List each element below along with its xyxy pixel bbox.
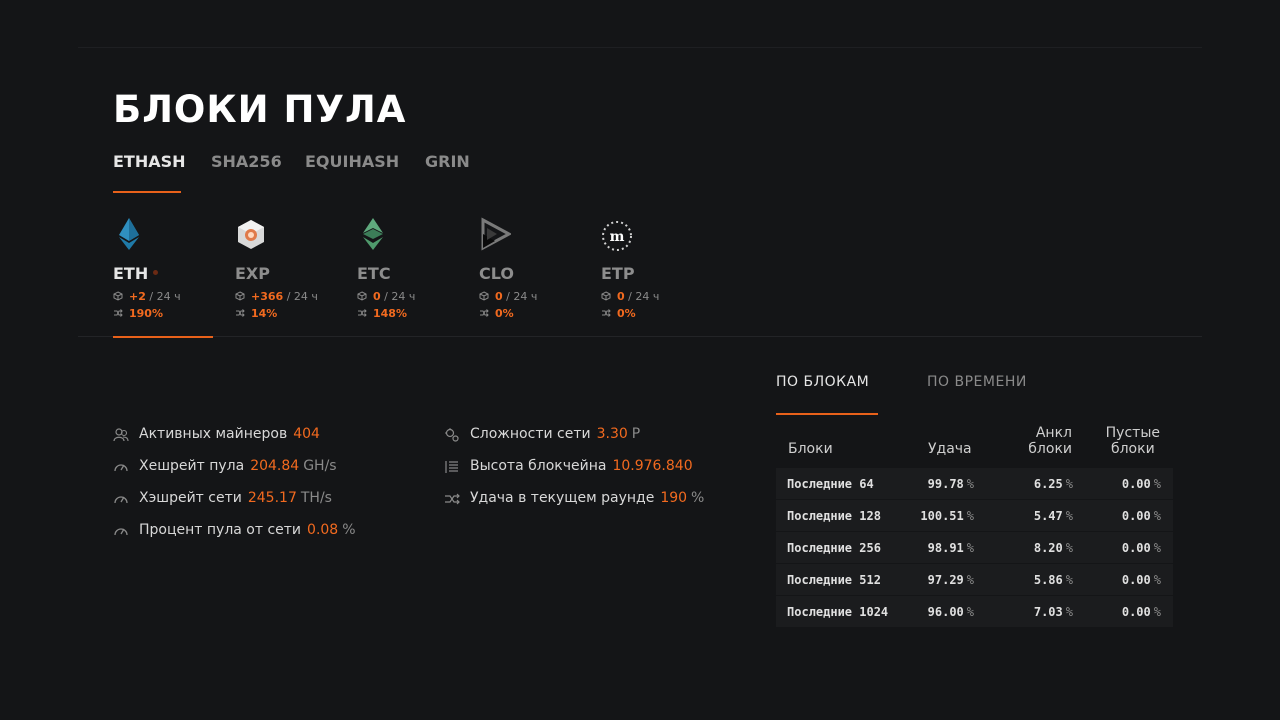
difficulty-icon — [445, 428, 459, 442]
top-divider — [78, 47, 1202, 48]
table-row: Последние 128 100.51% 5.47% 0.00% — [776, 500, 1173, 532]
row-uncle: 6.25% — [1033, 477, 1073, 491]
row-uncle: 7.03% — [1033, 605, 1073, 619]
luck-table: Последние 64 99.78% 6.25% 0.00% Последни… — [776, 468, 1173, 628]
cube-icon — [235, 291, 245, 301]
section-divider — [78, 336, 1202, 337]
coin-name: EXP — [235, 264, 270, 283]
coin-luck: 0% — [479, 307, 514, 320]
coin-clo[interactable]: CLO 0 / 24 ч 0% — [479, 212, 599, 338]
active-luck-tab-indicator — [776, 413, 878, 415]
svg-text:m: m — [610, 229, 625, 245]
cube-icon — [357, 291, 367, 301]
row-uncle: 8.20% — [1033, 541, 1073, 555]
coin-exp[interactable]: EXP +366 / 24 ч 14% — [235, 212, 355, 338]
table-row: Последние 256 98.91% 8.20% 0.00% — [776, 532, 1173, 564]
row-luck: 99.78% — [927, 477, 974, 491]
expanse-icon — [238, 220, 264, 249]
row-label: Последние 64 — [787, 477, 874, 491]
ethereum-classic-icon — [363, 218, 383, 250]
luck-table-header: Блоки Удача Анкл блоки Пустые блоки — [776, 424, 1173, 466]
list-icon — [445, 461, 458, 473]
coin-blocks: +366 / 24 ч — [235, 290, 318, 303]
miners-icon — [113, 428, 129, 442]
row-label: Последние 1024 — [787, 605, 889, 619]
row-uncle: 5.47% — [1033, 509, 1073, 523]
coin-luck: 0% — [601, 307, 636, 320]
gauge-icon — [114, 496, 128, 504]
row-luck: 98.91% — [927, 541, 974, 555]
luck-tabs: ПО БЛОКАМ ПО ВРЕМЕНИ — [776, 372, 1076, 416]
shuffle-icon — [445, 493, 460, 505]
row-luck: 100.51% — [920, 509, 974, 523]
ethereum-icon — [119, 218, 139, 250]
row-label: Последние 128 — [787, 509, 881, 523]
coin-blocks: 0 / 24 ч — [479, 290, 537, 303]
coin-selector: ETH +2 / 24 ч 190% EXP +366 / 24 ч 14% E… — [113, 212, 713, 338]
gauge-icon — [114, 464, 128, 472]
active-tab-indicator — [113, 191, 181, 193]
header-blocks: Блоки — [788, 441, 833, 457]
header-uncle: Анкл блоки — [1028, 425, 1072, 457]
header-empty: Пустые блоки — [1105, 425, 1160, 457]
coin-name: ETH — [113, 264, 149, 283]
coin-eth[interactable]: ETH +2 / 24 ч 190% — [113, 212, 233, 338]
coin-luck: 14% — [235, 307, 277, 320]
shuffle-icon — [114, 309, 123, 317]
row-uncle: 5.86% — [1033, 573, 1073, 587]
tab-by-time[interactable]: ПО ВРЕМЕНИ — [927, 374, 1027, 390]
shuffle-icon — [358, 309, 367, 317]
row-empty: 0.00% — [1121, 605, 1161, 619]
row-empty: 0.00% — [1121, 477, 1161, 491]
coin-luck: 190% — [113, 307, 163, 320]
callisto-icon — [481, 217, 511, 251]
page-title: БЛОКИ ПУЛА — [113, 88, 407, 131]
gauge-icon — [114, 528, 128, 536]
tab-grin[interactable]: GRIN — [425, 152, 470, 171]
active-dot — [153, 270, 158, 275]
tab-by-blocks[interactable]: ПО БЛОКАМ — [776, 374, 869, 390]
tab-ethash[interactable]: ETHASH — [113, 152, 186, 171]
shuffle-icon — [236, 309, 245, 317]
shuffle-icon — [602, 309, 611, 317]
cube-icon — [479, 291, 489, 301]
table-row: Последние 1024 96.00% 7.03% 0.00% — [776, 596, 1173, 628]
cube-icon — [113, 291, 123, 301]
row-label: Последние 512 — [787, 573, 881, 587]
active-coin-indicator — [113, 336, 213, 338]
table-row: Последние 64 99.78% 6.25% 0.00% — [776, 468, 1173, 500]
row-empty: 0.00% — [1121, 509, 1161, 523]
coin-blocks: 0 / 24 ч — [601, 290, 659, 303]
tab-sha256[interactable]: SHA256 — [211, 152, 282, 171]
row-luck: 97.29% — [927, 573, 974, 587]
coin-name: CLO — [479, 264, 514, 283]
row-empty: 0.00% — [1121, 541, 1161, 555]
coin-etc[interactable]: ETC 0 / 24 ч 148% — [357, 212, 477, 338]
coin-name: ETP — [601, 264, 635, 283]
coin-blocks: 0 / 24 ч — [357, 290, 415, 303]
row-luck: 96.00% — [927, 605, 974, 619]
cube-icon — [601, 291, 611, 301]
coin-etp[interactable]: m ETP 0 / 24 ч 0% — [601, 212, 721, 338]
row-empty: 0.00% — [1121, 573, 1161, 587]
table-row: Последние 512 97.29% 5.86% 0.00% — [776, 564, 1173, 596]
tab-equihash[interactable]: EQUIHASH — [305, 152, 399, 171]
coin-luck: 148% — [357, 307, 407, 320]
metaverse-icon: m — [602, 221, 632, 251]
coin-blocks: +2 / 24 ч — [113, 290, 181, 303]
shuffle-icon — [480, 309, 489, 317]
header-luck: Удача — [928, 441, 972, 457]
row-label: Последние 256 — [787, 541, 881, 555]
coin-name: ETC — [357, 264, 391, 283]
